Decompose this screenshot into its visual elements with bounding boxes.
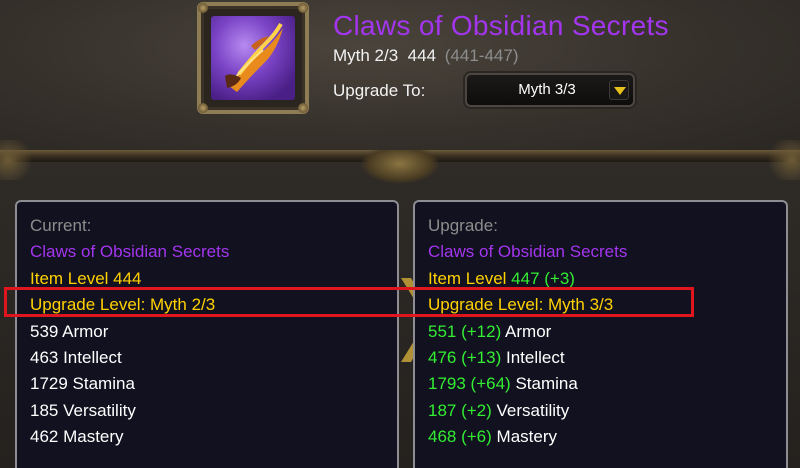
stat-value: 1793 (+64) [428,374,511,394]
corner-ornament-right [760,140,800,180]
item-level-value: 447 (+3) [511,268,575,288]
divider-ornament [360,150,440,184]
item-track: Myth 2/3 [333,46,399,65]
current-versatility: 185 Versatility [30,400,136,420]
claw-weapon-icon [211,16,295,100]
frame-rivet-icon [298,103,308,113]
item-name: Claws of Obsidian Secrets [333,10,669,41]
frame-rivet-icon [198,103,208,113]
panel-header-upgrade: Upgrade: [428,216,498,235]
upgrade-to-label: Upgrade To: [333,81,426,100]
upgrade-track-dropdown[interactable]: Myth 3/3 [465,73,635,107]
corner-ornament-left [0,140,40,180]
frame-rivet-icon [198,3,208,13]
upgrade-window: Claws of Obsidian Secrets Myth 2/3 444 (… [0,0,800,468]
upgrade-armor: 551 (+12) Armor [428,319,786,345]
upgrade-item-name: Claws of Obsidian Secrets [428,242,628,262]
current-stats-panel: Current: Claws of Obsidian Secrets Item … [15,200,399,468]
item-track-info: Myth 2/3 444 (441-447) [333,46,518,66]
upgrade-intellect: 476 (+13) Intellect [428,345,786,371]
upgrade-versatility: 187 (+2) Versatility [428,398,786,424]
current-item-name: Claws of Obsidian Secrets [30,242,230,262]
upgrade-mastery: 468 (+6) Mastery [428,424,786,450]
item-level-label: Item Level [428,268,507,288]
stat-value: 468 (+6) [428,427,492,447]
stat-label: Mastery [496,427,557,447]
current-stamina: 1729 Stamina [30,374,135,394]
current-intellect: 463 Intellect [30,347,122,367]
stat-label: Stamina [515,374,578,394]
stat-value: 476 (+13) [428,347,502,367]
current-mastery: 462 Mastery [30,427,124,447]
item-level: 444 [407,46,437,65]
stat-label: Intellect [505,347,565,367]
frame-rivet-icon [298,3,308,13]
item-level-range: (441-447) [444,46,519,65]
stat-label: Armor [505,321,552,341]
dropdown-selected-value: Myth 3/3 [518,81,576,98]
stat-value: 187 (+2) [428,400,492,420]
upgrade-stamina: 1793 (+64) Stamina [428,371,786,397]
stat-label: Versatility [496,400,570,420]
upgrade-level-highlight [4,287,694,317]
chevron-down-icon[interactable] [609,80,629,100]
panel-header-current: Current: [30,216,92,235]
stat-value: 551 (+12) [428,321,502,341]
item-icon-slot[interactable] [197,2,309,114]
upgrade-stats-panel: Upgrade: Claws of Obsidian Secrets Item … [413,200,788,468]
current-armor: 539 Armor [30,321,109,341]
